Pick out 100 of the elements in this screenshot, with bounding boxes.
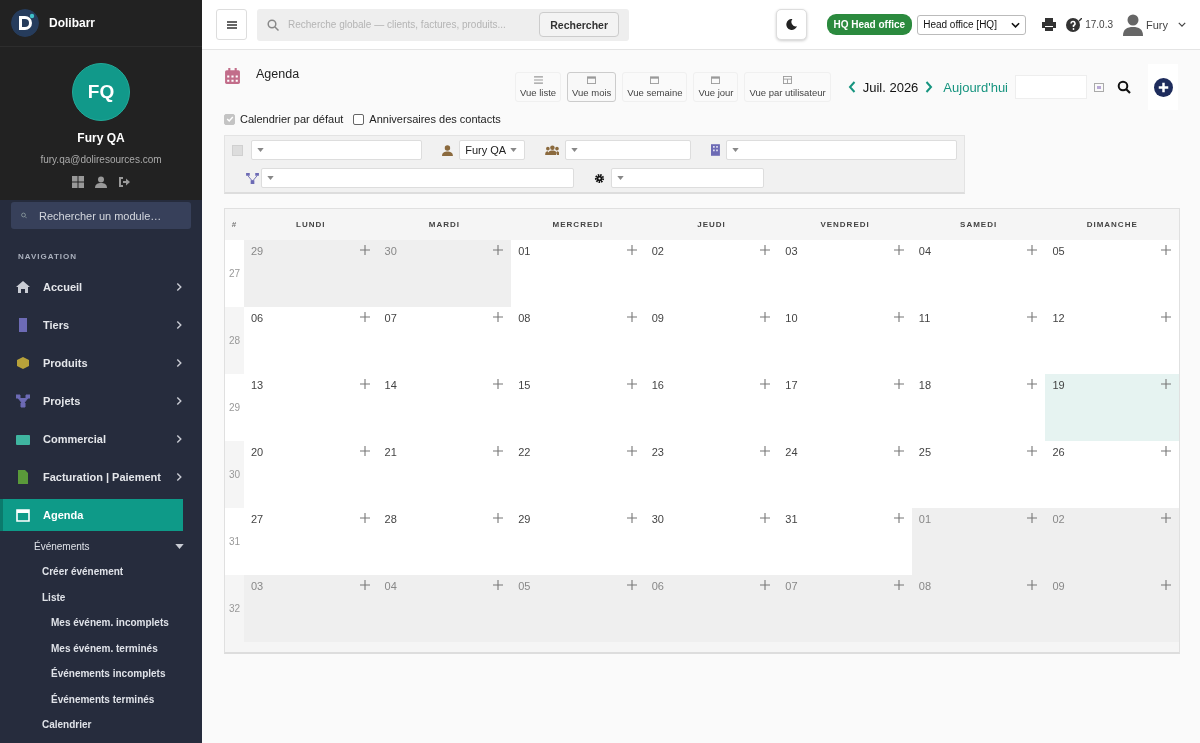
menu-button[interactable] — [216, 9, 247, 40]
submenu-item[interactable]: Événements incomplets — [0, 661, 202, 687]
day-cell[interactable]: 09 — [644, 307, 779, 374]
add-event-icon[interactable] — [493, 513, 504, 523]
add-event-icon[interactable] — [893, 446, 904, 456]
add-event-icon[interactable] — [359, 245, 370, 255]
add-event-icon[interactable] — [760, 580, 771, 590]
submenu-item[interactable]: Liste — [0, 584, 202, 610]
day-cell[interactable]: 08 — [511, 307, 645, 374]
day-cell[interactable]: 16 — [644, 374, 779, 441]
day-cell[interactable]: 06 — [244, 307, 378, 374]
nav-item[interactable]: Projets — [0, 385, 183, 417]
day-cell[interactable]: 02 — [644, 240, 779, 307]
day-cell[interactable]: 01 — [511, 240, 645, 307]
add-event-icon[interactable] — [626, 312, 637, 322]
next-icon[interactable] — [925, 81, 934, 93]
date-picker-icon[interactable] — [1094, 82, 1104, 92]
day-cell[interactable]: 12 — [1045, 307, 1179, 374]
print-icon[interactable] — [1042, 18, 1057, 31]
day-cell[interactable]: 03 — [778, 240, 912, 307]
nav-item[interactable]: Produits — [0, 347, 183, 379]
add-event-icon[interactable] — [760, 513, 771, 523]
add-event-icon[interactable] — [359, 312, 370, 322]
add-event-icon[interactable] — [626, 513, 637, 523]
day-cell[interactable]: 23 — [644, 441, 779, 508]
day-cell[interactable]: 11 — [911, 307, 1046, 374]
help-icon[interactable] — [1066, 17, 1083, 32]
nav-item[interactable]: Agenda — [0, 499, 183, 531]
view-tab[interactable]: Vue semaine — [622, 72, 688, 102]
add-event-icon[interactable] — [626, 446, 637, 456]
day-cell[interactable]: 15 — [511, 374, 645, 441]
day-cell[interactable]: 26 — [1045, 441, 1179, 508]
add-event-icon[interactable] — [760, 245, 771, 255]
view-tab[interactable]: Vue liste — [515, 72, 562, 102]
view-tab[interactable]: Vue par utilisateur — [744, 72, 831, 102]
add-event-icon[interactable] — [1027, 446, 1038, 456]
add-event-icon[interactable] — [1027, 245, 1038, 255]
nav-item[interactable]: Facturation | Paiement — [0, 461, 183, 493]
add-event-icon[interactable] — [893, 513, 904, 523]
day-cell[interactable]: 07 — [377, 307, 512, 374]
view-tab[interactable]: Vue jour — [693, 72, 739, 102]
dark-mode-button[interactable] — [775, 9, 807, 40]
submenu-item[interactable]: Calendrier — [0, 712, 202, 738]
day-cell[interactable]: 18 — [911, 374, 1046, 441]
day-cell[interactable]: 30 — [644, 508, 779, 575]
user-menu[interactable]: Fury — [1146, 18, 1168, 31]
search-button[interactable]: Rechercher — [539, 12, 619, 37]
grid-icon[interactable] — [72, 176, 84, 188]
logout-icon[interactable] — [118, 176, 130, 188]
add-icon[interactable] — [1153, 77, 1173, 97]
add-event-icon[interactable] — [1161, 446, 1171, 456]
day-cell[interactable]: 14 — [377, 374, 512, 441]
add-event-icon[interactable] — [626, 379, 637, 389]
checkbox[interactable] — [353, 113, 365, 125]
add-event-icon[interactable] — [893, 245, 904, 255]
today-link[interactable]: Aujourd'hui — [943, 79, 1008, 95]
submenu-item[interactable]: Créer événement — [0, 559, 202, 585]
day-cell[interactable]: 21 — [377, 441, 512, 508]
day-cell[interactable]: 13 — [244, 374, 378, 441]
add-event-icon[interactable] — [626, 245, 637, 255]
submenu-item[interactable]: Événements terminés — [0, 686, 202, 712]
calendar-checkbox[interactable]: Anniversaires des contacts — [353, 113, 501, 125]
submenu-item[interactable]: Événements — [0, 533, 200, 559]
add-event-icon[interactable] — [760, 312, 771, 322]
day-cell[interactable]: 27 — [244, 508, 378, 575]
day-cell[interactable]: 05 — [1045, 240, 1179, 307]
add-event-icon[interactable] — [493, 312, 504, 322]
user-avatar-icon[interactable] — [1123, 13, 1143, 36]
day-cell[interactable]: 17 — [778, 374, 912, 441]
nav-item[interactable]: Tiers — [0, 309, 183, 341]
add-event-icon[interactable] — [1161, 312, 1171, 322]
add-event-icon[interactable] — [1027, 513, 1038, 523]
add-event-icon[interactable] — [893, 312, 904, 322]
add-event-icon[interactable] — [1161, 379, 1171, 389]
filter-select[interactable]: Fury QA — [459, 140, 525, 160]
add-event-icon[interactable] — [1161, 245, 1171, 255]
add-event-icon[interactable] — [1161, 513, 1171, 523]
day-cell[interactable]: 29 — [511, 508, 645, 575]
add-event-icon[interactable] — [493, 580, 504, 590]
add-event-icon[interactable] — [493, 446, 504, 456]
user-icon[interactable] — [95, 176, 107, 188]
submenu-item[interactable]: Mes événem. terminés — [0, 635, 202, 661]
add-event-icon[interactable] — [893, 379, 904, 389]
nav-item[interactable]: Commercial — [0, 423, 183, 455]
day-cell[interactable]: 24 — [778, 441, 912, 508]
day-cell[interactable]: 31 — [778, 508, 912, 575]
add-event-icon[interactable] — [1027, 379, 1038, 389]
day-cell[interactable]: 25 — [911, 441, 1046, 508]
add-event-icon[interactable] — [1027, 312, 1038, 322]
add-event-icon[interactable] — [626, 580, 637, 590]
add-event-icon[interactable] — [1027, 580, 1038, 590]
search-input[interactable]: Rechercher un module… — [37, 208, 181, 223]
add-event-icon[interactable] — [359, 513, 370, 523]
day-cell[interactable]: 19 — [1045, 374, 1179, 441]
submenu-item[interactable]: Mes événem. incomplets — [0, 610, 202, 636]
add-event-icon[interactable] — [760, 446, 771, 456]
add-event-icon[interactable] — [493, 379, 504, 389]
day-cell[interactable]: 22 — [511, 441, 645, 508]
add-event-icon[interactable] — [359, 379, 370, 389]
add-event-icon[interactable] — [1161, 580, 1171, 590]
